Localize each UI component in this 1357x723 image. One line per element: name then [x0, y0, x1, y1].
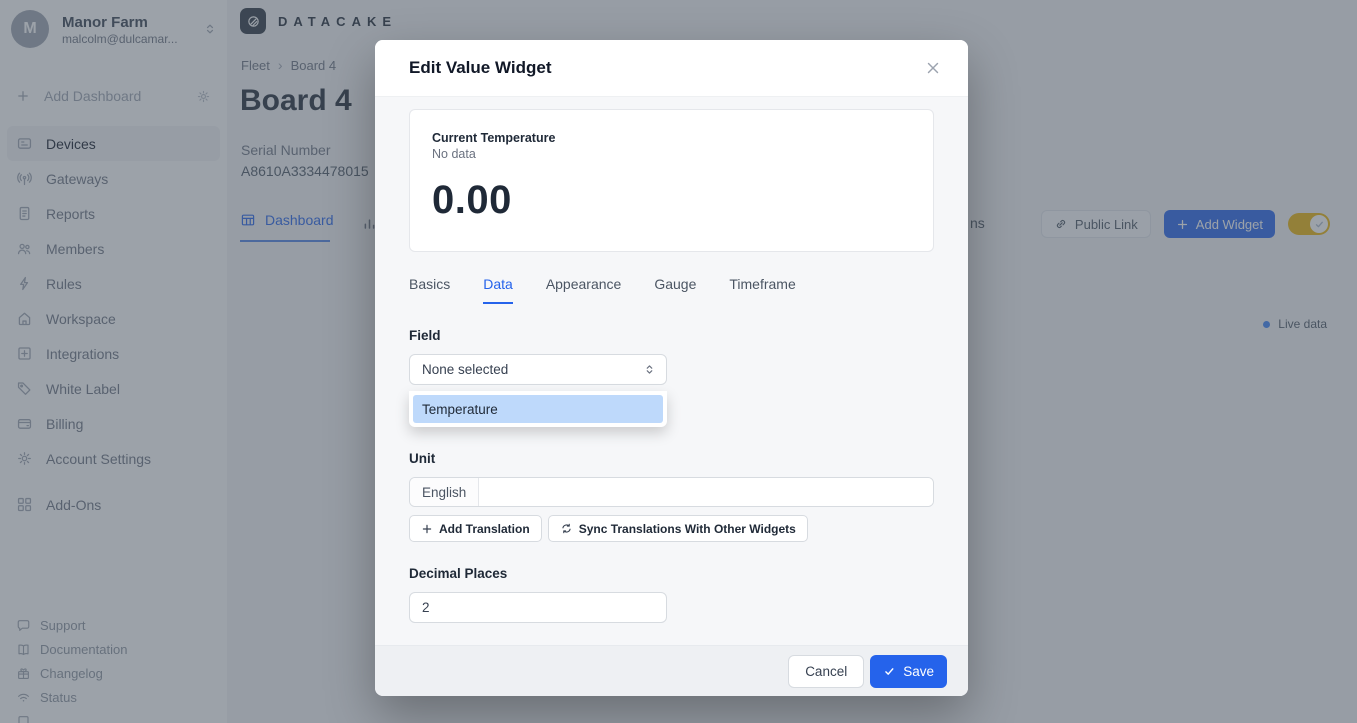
check-icon: [883, 665, 896, 678]
add-translation-label: Add Translation: [439, 522, 530, 536]
decimal-places-input[interactable]: [409, 592, 667, 623]
tab-gauge[interactable]: Gauge: [654, 276, 696, 304]
sync-translations-button[interactable]: Sync Translations With Other Widgets: [548, 515, 808, 542]
modal-title: Edit Value Widget: [409, 58, 924, 78]
unit-input-group: English: [409, 477, 934, 507]
tab-appearance[interactable]: Appearance: [546, 276, 622, 304]
cancel-button[interactable]: Cancel: [788, 655, 864, 688]
field-label: Field: [409, 328, 934, 343]
save-button[interactable]: Save: [870, 655, 947, 688]
add-translation-button[interactable]: Add Translation: [409, 515, 542, 542]
save-label: Save: [903, 664, 934, 679]
modal-footer: Cancel Save: [375, 645, 968, 696]
field-dropdown-menu: Temperature: [409, 391, 667, 427]
preview-subtitle: No data: [432, 147, 911, 161]
field-select-value: None selected: [422, 362, 643, 377]
translation-buttons: Add Translation Sync Translations With O…: [409, 515, 934, 542]
edit-value-widget-modal: Edit Value Widget Current Temperature No…: [375, 40, 968, 696]
tab-data[interactable]: Data: [483, 276, 513, 304]
unit-input[interactable]: [479, 478, 933, 506]
chevron-updown-icon: [643, 363, 656, 376]
modal-header: Edit Value Widget: [375, 40, 968, 97]
sync-icon: [560, 522, 573, 535]
preview-value: 0.00: [432, 178, 911, 223]
unit-label: Unit: [409, 451, 934, 466]
field-select[interactable]: None selected: [409, 354, 667, 385]
preview-title: Current Temperature: [432, 131, 911, 145]
tab-timeframe[interactable]: Timeframe: [729, 276, 795, 304]
tab-basics[interactable]: Basics: [409, 276, 450, 304]
plus-icon: [421, 523, 433, 535]
close-icon[interactable]: [924, 59, 942, 77]
widget-preview-card: Current Temperature No data 0.00: [409, 109, 934, 252]
field-option-temperature[interactable]: Temperature: [413, 395, 663, 423]
modal-tabs: Basics Data Appearance Gauge Timeframe: [409, 276, 934, 304]
sync-translations-label: Sync Translations With Other Widgets: [579, 522, 796, 536]
unit-language-prefix: English: [410, 478, 479, 506]
modal-body: Current Temperature No data 0.00 Basics …: [375, 97, 968, 645]
decimal-places-label: Decimal Places: [409, 566, 934, 581]
app-root: M Manor Farm malcolm@dulcamar... Add Das…: [0, 0, 1357, 723]
